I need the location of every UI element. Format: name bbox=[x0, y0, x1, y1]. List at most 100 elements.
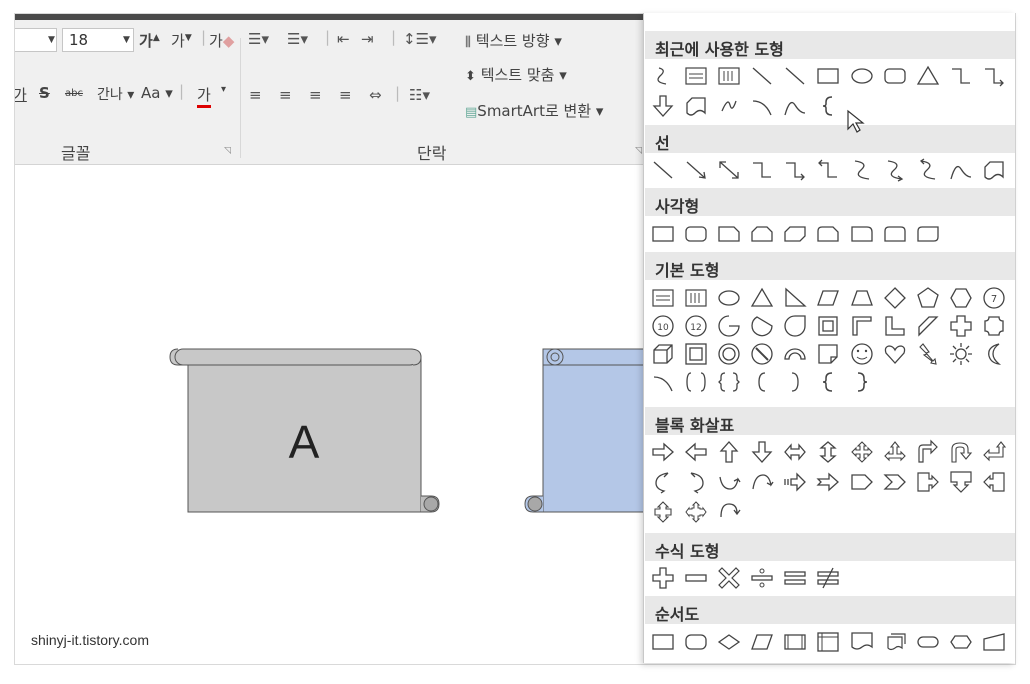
curved-left-arrow-icon[interactable] bbox=[683, 469, 709, 495]
moon-icon[interactable] bbox=[981, 341, 1007, 367]
arrow-down-icon[interactable] bbox=[749, 439, 775, 465]
align-text-button[interactable]: ⬍ 텍스트 맞춤 ▾ bbox=[465, 64, 567, 85]
smiley-face-icon[interactable] bbox=[849, 341, 875, 367]
snip-single-corner-icon[interactable] bbox=[716, 221, 742, 247]
minus-icon[interactable] bbox=[683, 565, 709, 591]
curved-connector-icon[interactable] bbox=[849, 157, 875, 183]
arc-icon[interactable] bbox=[650, 369, 676, 395]
partial-circle-icon[interactable] bbox=[716, 313, 742, 339]
flowchart-alt-process-icon[interactable] bbox=[683, 629, 709, 655]
octagon-icon[interactable] bbox=[1014, 285, 1015, 311]
line-icon[interactable] bbox=[650, 157, 676, 183]
u-turn-arrow-icon[interactable] bbox=[948, 439, 974, 465]
scroll-shape-a[interactable]: A bbox=[169, 348, 440, 513]
bent-up-arrow-icon[interactable] bbox=[1014, 439, 1015, 465]
scroll-shape-b[interactable]: B bbox=[524, 348, 655, 513]
increase-indent-icon[interactable]: ⇥ bbox=[361, 30, 374, 48]
scribble-icon[interactable] bbox=[1014, 157, 1015, 183]
rounded-rectangle-icon[interactable] bbox=[882, 63, 908, 89]
snip-round-corner-icon[interactable] bbox=[815, 221, 841, 247]
chord-icon[interactable] bbox=[749, 313, 775, 339]
sun-icon[interactable] bbox=[948, 341, 974, 367]
flowchart-multidocument-icon[interactable] bbox=[882, 629, 908, 655]
left-up-arrow-icon[interactable] bbox=[981, 439, 1007, 465]
quad-arrow-callout-icon[interactable] bbox=[683, 499, 709, 525]
shrink-font-button[interactable]: 가▼ bbox=[171, 30, 192, 51]
parallelogram-icon[interactable] bbox=[815, 285, 841, 311]
left-right-up-arrow-icon[interactable] bbox=[882, 439, 908, 465]
curved-double-arrow-icon[interactable] bbox=[915, 157, 941, 183]
clear-format-button[interactable]: 가◆ bbox=[209, 30, 234, 51]
round-diagonal-icon[interactable] bbox=[915, 221, 941, 247]
flowchart-manual-input-icon[interactable] bbox=[981, 629, 1007, 655]
curved-right-arrow-icon[interactable] bbox=[650, 469, 676, 495]
curve-icon[interactable] bbox=[782, 93, 808, 119]
justify-icon[interactable]: ≡ bbox=[339, 86, 352, 104]
elbow-double-arrow-icon[interactable] bbox=[815, 157, 841, 183]
curved-arrow-connector-icon[interactable] bbox=[882, 157, 908, 183]
dodecagon-icon[interactable]: 12 bbox=[683, 313, 709, 339]
left-arrow-callout-icon[interactable] bbox=[981, 469, 1007, 495]
right-bracket-icon[interactable] bbox=[782, 369, 808, 395]
frame-icon[interactable] bbox=[815, 313, 841, 339]
plus-icon[interactable] bbox=[650, 565, 676, 591]
arrow-right-icon[interactable] bbox=[650, 439, 676, 465]
dialog-launcher-icon[interactable]: ◹ bbox=[224, 146, 231, 156]
divide-icon[interactable] bbox=[749, 565, 775, 591]
decrease-indent-icon[interactable]: ⇤ bbox=[337, 30, 350, 48]
underline-button[interactable]: 가 bbox=[15, 84, 27, 105]
circular-arrow-icon[interactable] bbox=[716, 499, 742, 525]
chevron-icon[interactable] bbox=[882, 469, 908, 495]
elbow-arrow-connector-icon[interactable] bbox=[981, 63, 1007, 89]
up-down-callout-icon[interactable] bbox=[650, 499, 676, 525]
decagon-icon[interactable]: 10 bbox=[650, 313, 676, 339]
folded-corner-icon[interactable] bbox=[815, 341, 841, 367]
elbow-connector-icon[interactable] bbox=[749, 157, 775, 183]
round-same-side-icon[interactable] bbox=[882, 221, 908, 247]
snip-same-side-icon[interactable] bbox=[749, 221, 775, 247]
grow-font-button[interactable]: 가▲ bbox=[139, 30, 160, 51]
align-left-icon[interactable]: ≡ bbox=[249, 86, 262, 104]
right-arrow-callout-icon[interactable] bbox=[915, 469, 941, 495]
snip-diagonal-icon[interactable] bbox=[782, 221, 808, 247]
equal-icon[interactable] bbox=[782, 565, 808, 591]
arrow-line-icon[interactable] bbox=[683, 157, 709, 183]
vertical-textbox-icon[interactable] bbox=[716, 63, 742, 89]
chevron-down-icon[interactable]: ▾ bbox=[221, 84, 226, 95]
arrow-down-icon[interactable] bbox=[650, 93, 676, 119]
bent-arrow-icon[interactable] bbox=[915, 439, 941, 465]
donut-icon[interactable] bbox=[716, 341, 742, 367]
numbering-icon[interactable]: ☰▾ bbox=[287, 30, 308, 48]
left-brace-icon[interactable] bbox=[815, 93, 841, 119]
curve-icon[interactable] bbox=[948, 157, 974, 183]
align-center-icon[interactable]: ≡ bbox=[279, 86, 292, 104]
right-brace-icon[interactable] bbox=[849, 369, 875, 395]
chevron-down-icon[interactable]: ▼ bbox=[48, 35, 55, 45]
l-shape-icon[interactable] bbox=[882, 313, 908, 339]
distribute-icon[interactable]: ⇔ bbox=[369, 86, 382, 104]
right-triangle-icon[interactable] bbox=[782, 285, 808, 311]
round-single-corner-icon[interactable] bbox=[849, 221, 875, 247]
not-equal-icon[interactable] bbox=[815, 565, 841, 591]
bullets-icon[interactable]: ☰▾ bbox=[248, 30, 269, 48]
no-symbol-icon[interactable] bbox=[749, 341, 775, 367]
oval-icon[interactable] bbox=[849, 63, 875, 89]
char-spacing-button[interactable]: 간나 ▾ bbox=[97, 84, 134, 104]
can-icon[interactable] bbox=[1014, 313, 1015, 339]
arrow-up-icon[interactable] bbox=[716, 439, 742, 465]
flowchart-decision-icon[interactable] bbox=[716, 629, 742, 655]
chevron-down-icon[interactable]: ▼ bbox=[123, 35, 130, 45]
triangle-icon[interactable] bbox=[749, 285, 775, 311]
textbox-icon[interactable] bbox=[650, 285, 676, 311]
line-spacing-icon[interactable]: ↕☰▾ bbox=[403, 30, 437, 48]
diamond-icon[interactable] bbox=[882, 285, 908, 311]
up-down-arrow-icon[interactable] bbox=[815, 439, 841, 465]
flowchart-document-icon[interactable] bbox=[849, 629, 875, 655]
oval-icon[interactable] bbox=[716, 285, 742, 311]
hexagon-icon[interactable] bbox=[948, 285, 974, 311]
change-case-button[interactable]: Aa ▾ bbox=[141, 84, 173, 102]
notched-right-arrow-icon[interactable] bbox=[815, 469, 841, 495]
flowchart-preparation-icon[interactable] bbox=[948, 629, 974, 655]
freeform-shape-icon[interactable] bbox=[981, 157, 1007, 183]
flowchart-terminator-icon[interactable] bbox=[915, 629, 941, 655]
